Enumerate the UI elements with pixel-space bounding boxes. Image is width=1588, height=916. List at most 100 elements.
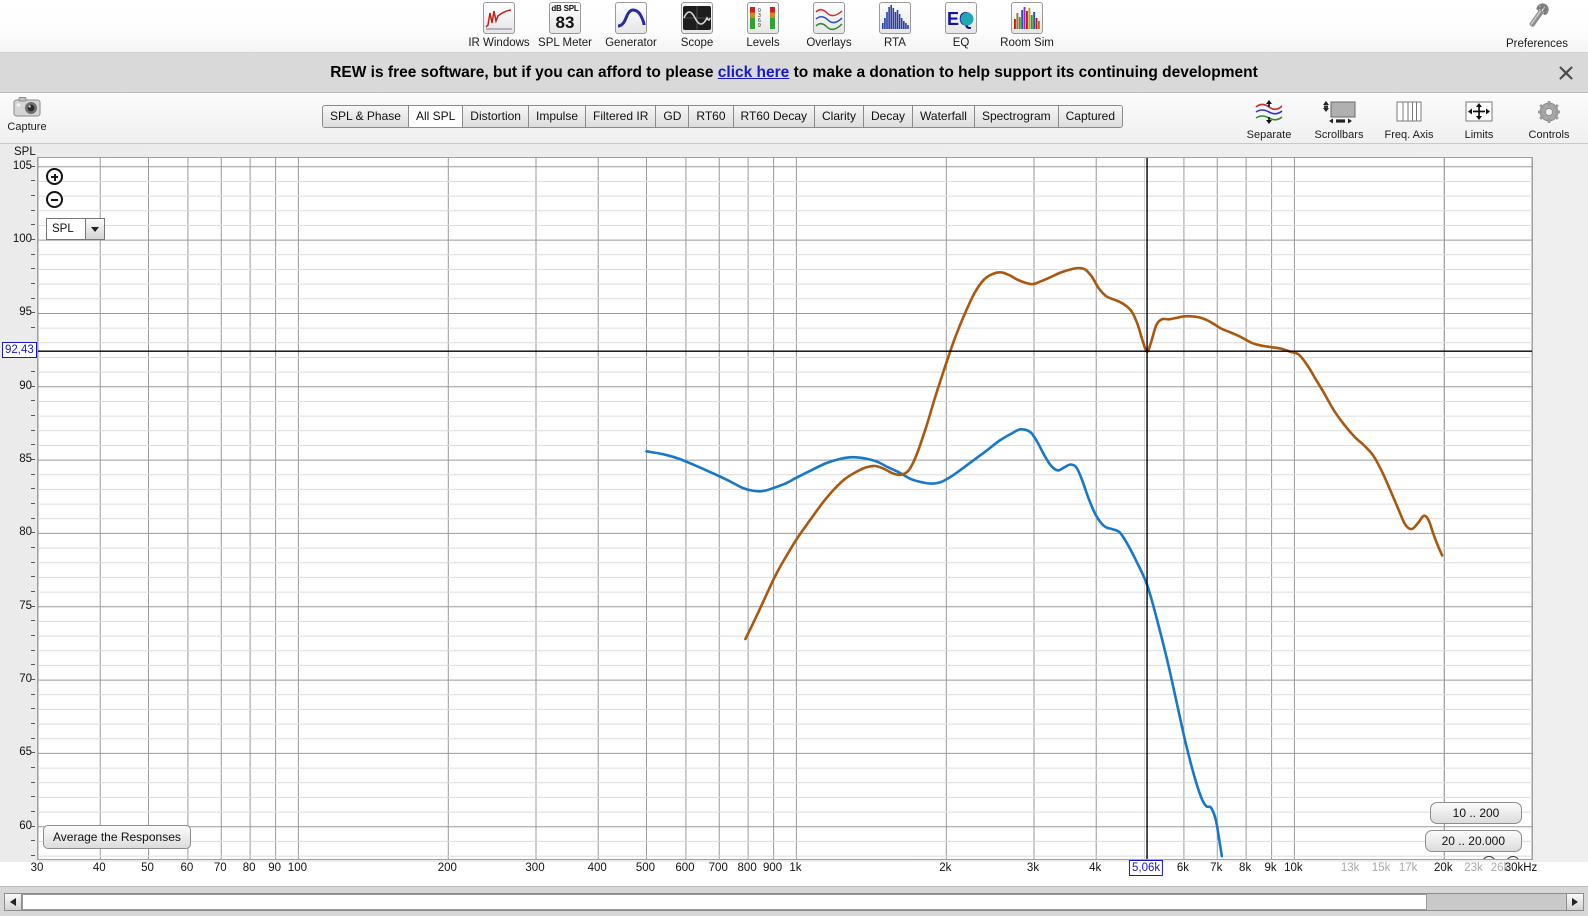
toolbar-button-generator[interactable]: Generator: [598, 1, 664, 49]
tab-distortion[interactable]: Distortion: [463, 106, 529, 127]
y-axis-tick-mark: [31, 752, 35, 754]
scrollbars-button[interactable]: Scrollbars: [1304, 94, 1374, 141]
tab-impulse[interactable]: Impulse: [528, 106, 587, 127]
x-axis: 30 40 50 60 70 80 90 100 200 300 400 500 600 700 800 90…: [0, 860, 1588, 884]
gear-icon: [1538, 101, 1560, 123]
scrollbar-track[interactable]: [22, 892, 1566, 911]
toolbar-button-levels[interactable]: 0 3 6 9 Levels: [730, 1, 796, 49]
y-axis-tick-mark: [31, 649, 35, 651]
y-axis-tick-mark: [31, 503, 35, 505]
x-axis-tick-label: 70: [213, 862, 227, 874]
scrollbars-icon: [1323, 101, 1356, 124]
donation-banner: REW is free software, but if you can aff…: [0, 53, 1588, 93]
chevron-down-icon[interactable]: [85, 219, 104, 239]
scrollbars-label: Scrollbars: [1314, 129, 1364, 141]
range-20-20000-button[interactable]: 20 .. 20.000: [1424, 830, 1522, 852]
x-axis-tick-label: 30kHz: [1504, 862, 1538, 874]
controls-label: Controls: [1528, 129, 1570, 141]
scroll-left-button[interactable]: [4, 892, 22, 911]
donate-link[interactable]: click here: [718, 64, 790, 81]
y-axis-tick-mark: [31, 781, 35, 783]
x-axis-tick-label: 600: [675, 862, 695, 874]
series-measurement-blue: [645, 427, 1224, 858]
controls-button[interactable]: Controls: [1514, 94, 1584, 141]
x-axis-tick-label: 800: [737, 862, 757, 874]
y-axis-tick-mark: [31, 283, 35, 285]
y-axis-tick-mark: [31, 547, 35, 549]
toolbar-button-eq[interactable]: EQ EQ: [928, 1, 994, 49]
y-axis-tick-mark: [31, 708, 35, 710]
tab-gd[interactable]: GD: [656, 106, 690, 127]
toolbar-button-overlays[interactable]: Overlays: [796, 1, 862, 49]
y-axis-tick-mark: [31, 517, 35, 519]
x-axis-tick-label: 40: [92, 862, 106, 874]
spl-plot-area[interactable]: SPL Average the Responses 10 .. 200 20 .…: [37, 157, 1533, 860]
y-axis-tick-mark: [31, 297, 35, 299]
y-axis-tick-mark: [31, 209, 35, 211]
toolbar-button-rta[interactable]: RTA: [862, 1, 928, 49]
tab-spl-phase[interactable]: SPL & Phase: [323, 106, 409, 127]
x-axis-tick-label: 500: [635, 862, 656, 874]
capture-button[interactable]: Capture: [4, 95, 50, 133]
overlays-icon: [813, 2, 845, 34]
freq-axis-label: Freq. Axis: [1384, 129, 1434, 141]
y-axis-tick-mark: [31, 561, 35, 563]
tab-rt60-decay[interactable]: RT60 Decay: [733, 106, 815, 127]
rta-icon: [879, 2, 911, 34]
average-responses-button[interactable]: Average the Responses: [43, 825, 191, 849]
spl-chart-svg: [38, 158, 1532, 859]
y-axis-tick-label: 100: [12, 233, 32, 246]
y-axis-tick-mark: [31, 664, 35, 666]
capture-label: Capture: [7, 121, 47, 133]
y-axis-tick-mark: [31, 224, 35, 226]
range-10-200-button[interactable]: 10 .. 200: [1430, 802, 1522, 824]
y-axis-tick-mark: [31, 591, 35, 593]
spl-graph-panel: SPL 105 100 95 90 85 80 75 70 65 60 SPL Average t…: [0, 144, 1588, 876]
y-axis-tick-mark: [31, 737, 35, 739]
toolbar-button-ir-windows[interactable]: IR Windows: [466, 1, 532, 49]
preferences-button[interactable]: Preferences: [1494, 2, 1580, 50]
preferences-label: Preferences: [1505, 38, 1568, 50]
y-axis-tick-mark: [31, 385, 35, 387]
toolbar-button-room-sim[interactable]: Room Sim: [994, 1, 1060, 49]
separate-traces-button[interactable]: Separate: [1234, 94, 1304, 141]
y-axis-tick-mark: [31, 723, 35, 725]
graph-toolbar: Capture SPL & Phase All SPL Distortion Impu…: [0, 94, 1588, 144]
banner-prefix: REW is free software, but if you can aff…: [330, 63, 718, 81]
tab-rt60[interactable]: RT60: [689, 106, 734, 127]
y-axis-tick-mark: [31, 195, 35, 197]
tab-spectrogram[interactable]: Spectrogram: [974, 106, 1059, 127]
measurement-axis-select[interactable]: SPL: [46, 218, 105, 240]
toolbar-button-label: Room Sim: [1000, 37, 1054, 49]
limits-button[interactable]: Limits: [1444, 94, 1514, 141]
y-axis-tick-mark: [31, 459, 35, 461]
tab-waterfall[interactable]: Waterfall: [913, 106, 975, 127]
toolbar-button-scope[interactable]: Scope: [664, 1, 730, 49]
tab-clarity[interactable]: Clarity: [815, 106, 865, 127]
zoom-in-icon[interactable]: [46, 168, 63, 185]
svg-text:9: 9: [758, 23, 761, 29]
zoom-out-icon[interactable]: [46, 191, 63, 208]
tab-decay[interactable]: Decay: [864, 106, 914, 127]
horizontal-scrollbar[interactable]: [0, 886, 1588, 916]
chevron-left-icon: [10, 897, 16, 906]
measurement-axis-value: SPL: [52, 223, 74, 235]
graph-view-tools: Separate Scrollbars Freq. Axis Limits Co…: [1234, 94, 1584, 141]
x-axis-tick-label: 400: [587, 862, 607, 874]
toolbar-button-spl-meter[interactable]: dB SPL 83 SPL Meter: [532, 1, 598, 49]
levels-icon: 0369: [747, 2, 779, 34]
scrollbar-thumb[interactable]: [22, 893, 1428, 910]
x-axis-tick-label: 9k: [1264, 862, 1277, 874]
tab-captured[interactable]: Captured: [1058, 106, 1123, 127]
tab-all-spl[interactable]: All SPL: [408, 106, 464, 127]
scroll-right-button[interactable]: [1566, 892, 1584, 911]
banner-close-button[interactable]: [1558, 65, 1574, 81]
y-axis-tick-mark: [31, 679, 35, 681]
x-axis-tick-label: 6k: [1176, 862, 1189, 874]
ir-windows-icon: [483, 2, 515, 34]
freq-axis-button[interactable]: Freq. Axis: [1374, 94, 1444, 141]
separate-traces-label: Separate: [1246, 129, 1292, 141]
y-axis-tick-mark: [31, 635, 35, 637]
x-axis-tick-label: 700: [708, 862, 728, 874]
tab-filtered-ir[interactable]: Filtered IR: [586, 106, 657, 127]
